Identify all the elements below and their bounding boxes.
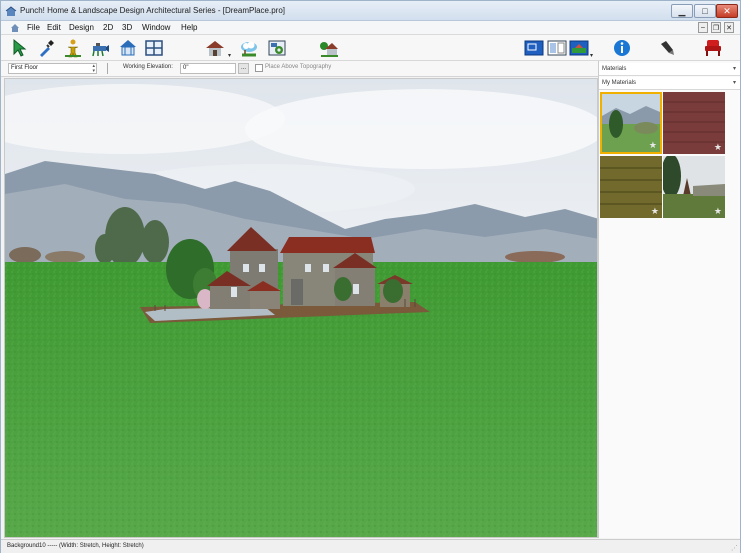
elevation-browse-button[interactable]: ...: [238, 63, 249, 74]
materials-panel: Materials ▾ My Materials ▾ ★ ★ ★ ★: [598, 61, 740, 538]
pen-icon[interactable]: [657, 38, 677, 58]
app-house-icon: [5, 6, 17, 16]
favorite-star-icon[interactable]: ★: [714, 142, 722, 153]
3d-viewport[interactable]: [4, 78, 598, 538]
favorite-star-icon[interactable]: ★: [714, 206, 722, 217]
split-view-icon[interactable]: [547, 38, 567, 58]
menu-file[interactable]: File: [27, 23, 40, 32]
close-button[interactable]: ✕: [716, 4, 738, 18]
material-swatch-red-brick[interactable]: ★: [663, 92, 725, 154]
menu-design[interactable]: Design: [69, 23, 94, 32]
chair-icon[interactable]: [703, 38, 723, 58]
info-icon[interactable]: [612, 38, 632, 58]
doc-close-button[interactable]: ✕: [724, 22, 734, 33]
menu-edit[interactable]: Edit: [47, 23, 61, 32]
minimize-button[interactable]: ▁: [671, 4, 693, 18]
material-swatch-wood-siding[interactable]: ★: [600, 156, 662, 218]
material-grid: ★ ★ ★ ★: [600, 92, 726, 219]
floor-toolbar: First Floor ▴ ▾ Working Elevation: 0" ...…: [1, 61, 598, 77]
main-toolbar: ▾ ▾: [1, 35, 740, 61]
floor-select[interactable]: First Floor ▴ ▾: [8, 63, 97, 74]
app-window: Punch! Home & Landscape Design Architect…: [0, 0, 741, 553]
menu-2d[interactable]: 2D: [103, 23, 113, 32]
watering-tool-icon[interactable]: [90, 38, 110, 58]
house-dropdown-caret[interactable]: ▾: [228, 52, 233, 59]
category-select[interactable]: Materials ▾: [599, 63, 740, 76]
landscape-cloud-icon[interactable]: [239, 38, 259, 58]
place-above-topography-checkbox[interactable]: [255, 64, 263, 72]
maximize-button[interactable]: □: [694, 4, 716, 18]
category-select-value: Materials: [602, 66, 627, 72]
menu-3d[interactable]: 3D: [122, 23, 132, 32]
menu-help[interactable]: Help: [181, 23, 197, 32]
library-select[interactable]: My Materials ▾: [599, 77, 740, 90]
window-frame-icon[interactable]: [144, 38, 164, 58]
doc-restore-button[interactable]: ❐: [711, 22, 721, 33]
eyedropper-icon[interactable]: [36, 38, 56, 58]
person-icon[interactable]: [63, 38, 83, 58]
doc-minimize-button[interactable]: –: [698, 22, 708, 33]
plan-view-icon[interactable]: [524, 38, 544, 58]
select-arrow-icon[interactable]: [10, 38, 30, 58]
house-icon[interactable]: [205, 38, 225, 58]
toolbar-separator: [107, 63, 108, 74]
resize-grip-icon[interactable]: ⋰: [731, 544, 738, 552]
menu-bar: File Edit Design 2D 3D Window Help – ❐ ✕: [1, 21, 740, 35]
document-window-controls: – ❐ ✕: [698, 22, 734, 33]
favorite-star-icon[interactable]: ★: [649, 140, 657, 151]
floor-spin-icon[interactable]: ▴ ▾: [92, 64, 95, 74]
menu-window[interactable]: Window: [142, 23, 170, 32]
window-title: Punch! Home & Landscape Design Architect…: [20, 6, 286, 15]
status-text: Background10 ----- (Width: Stretch, Heig…: [7, 543, 144, 549]
working-elevation-field[interactable]: 0": [180, 63, 236, 74]
favorite-star-icon[interactable]: ★: [651, 206, 659, 217]
material-swatch-yard-photo[interactable]: ★: [663, 156, 725, 218]
status-bar: Background10 ----- (Width: Stretch, Heig…: [1, 539, 740, 553]
settings-gear-icon[interactable]: [267, 38, 287, 58]
chevron-down-icon: ▾: [732, 66, 736, 72]
document-house-icon[interactable]: [10, 23, 20, 33]
title-bar[interactable]: Punch! Home & Landscape Design Architect…: [1, 1, 740, 21]
view-dropdown-caret[interactable]: ▾: [590, 52, 595, 59]
library-select-value: My Materials: [602, 80, 637, 86]
place-above-topography-label: Place Above Topography: [265, 64, 332, 70]
chevron-down-icon: ▾: [732, 80, 736, 86]
house-tree-icon[interactable]: [319, 38, 339, 58]
floor-select-value: First Floor: [11, 65, 38, 71]
gazebo-icon[interactable]: [118, 38, 138, 58]
material-swatch-landscape-photo[interactable]: ★: [600, 92, 662, 154]
3d-view-icon[interactable]: [569, 38, 589, 58]
working-elevation-label: Working Elevation:: [123, 64, 173, 70]
